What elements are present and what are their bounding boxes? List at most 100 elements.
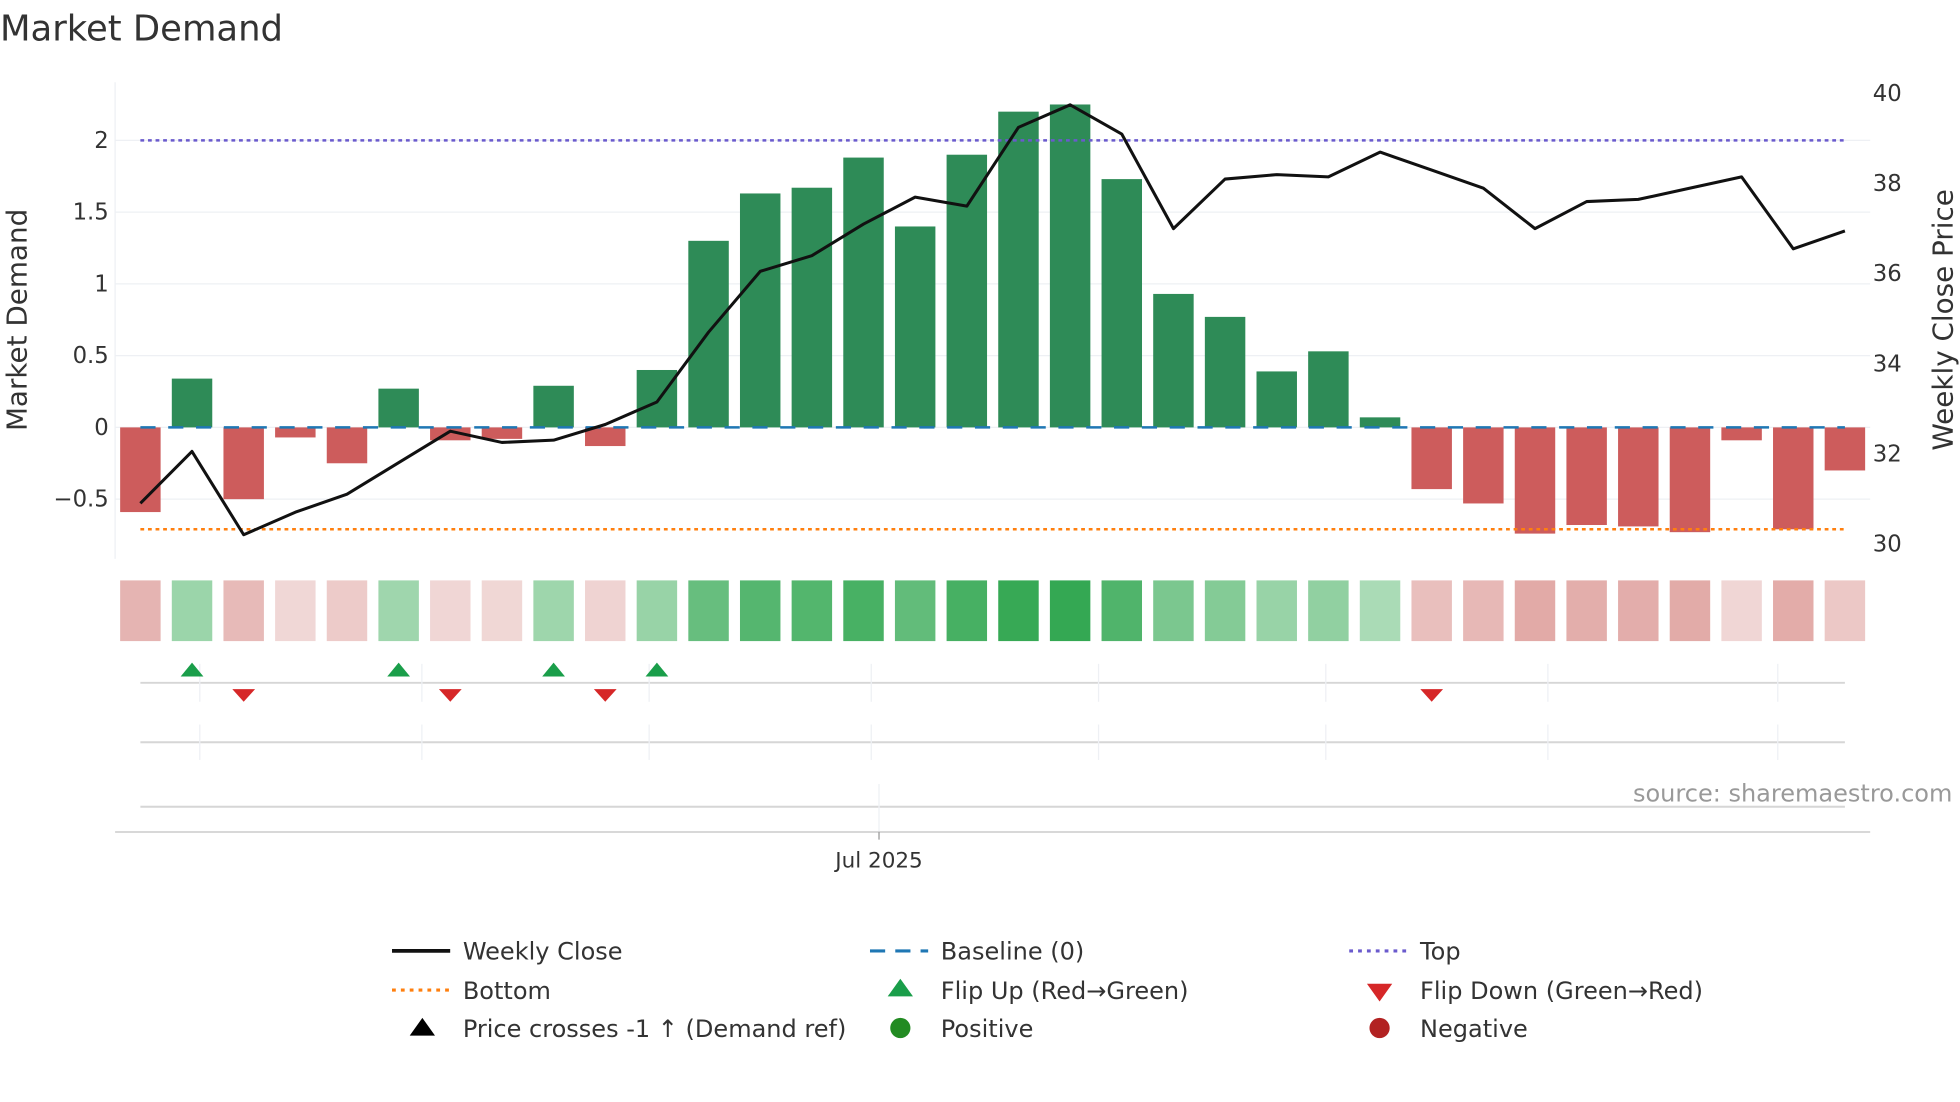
negative-bar bbox=[1463, 427, 1504, 504]
heat-cell bbox=[1101, 580, 1143, 642]
negative-bar bbox=[1721, 427, 1762, 441]
flip-down-marker bbox=[438, 689, 462, 702]
left-axis-title: Market Demand bbox=[1, 209, 34, 431]
positive-bar bbox=[1204, 316, 1246, 428]
y-tick-label: 2 bbox=[94, 128, 108, 154]
heat-cell bbox=[120, 580, 161, 642]
y-tick-label: 1 bbox=[94, 271, 108, 297]
heat-cell bbox=[739, 580, 781, 642]
gridlines bbox=[115, 139, 1871, 500]
heat-cell bbox=[326, 580, 368, 642]
positive-bar bbox=[1359, 417, 1401, 428]
heat-cell bbox=[481, 580, 523, 642]
y-tick-label: 0.5 bbox=[73, 343, 109, 369]
legend-item-price-crosses[interactable]: Price crosses -1 ↑ (Demand ref) bbox=[409, 1015, 847, 1043]
legend-label: Weekly Close bbox=[463, 938, 623, 966]
heat-cell bbox=[946, 580, 988, 642]
market-demand-chart: Market Demand −0.5 0 0.5 1 1.5 2 30 32 34 36 38 40… bbox=[0, 8, 1959, 1043]
circle-icon bbox=[1369, 1017, 1390, 1039]
flip-down-marker bbox=[1420, 689, 1444, 702]
heat-cell bbox=[275, 580, 316, 642]
positive-bar bbox=[1101, 179, 1143, 428]
flip-up-marker bbox=[387, 662, 411, 677]
positive-bar bbox=[1049, 104, 1091, 428]
heat-cell bbox=[1308, 580, 1349, 642]
positive-bar bbox=[946, 154, 988, 428]
triangle-up-icon bbox=[409, 1017, 436, 1036]
negative-bar bbox=[1618, 427, 1659, 527]
y-tick-label: 1.5 bbox=[73, 200, 109, 226]
heat-cell bbox=[1566, 580, 1607, 642]
legend-label: Top bbox=[1419, 938, 1461, 966]
legend-label: Price crosses -1 ↑ (Demand ref) bbox=[463, 1015, 847, 1043]
heat-cell bbox=[636, 580, 678, 642]
legend-item-flip-down[interactable]: Flip Down (Green→Red) bbox=[1366, 977, 1703, 1005]
heat-cell bbox=[1204, 580, 1246, 642]
heat-cell bbox=[1153, 580, 1194, 642]
y2-tick-label: 36 bbox=[1873, 261, 1902, 287]
positive-bar bbox=[533, 385, 574, 428]
positive-bar bbox=[171, 378, 213, 428]
positive-bar bbox=[636, 369, 678, 428]
triangle-down-icon bbox=[1366, 983, 1393, 1002]
source-label: source: sharemaestro.com bbox=[1633, 780, 1952, 808]
negative-bar bbox=[1514, 427, 1556, 534]
positive-bar bbox=[998, 111, 1039, 428]
negative-bar bbox=[1566, 427, 1607, 525]
legend-item-baseline[interactable]: Baseline (0) bbox=[869, 938, 1084, 966]
negative-bar bbox=[120, 427, 161, 513]
positive-bar bbox=[1256, 371, 1297, 428]
legend-item-top[interactable]: Top bbox=[1349, 938, 1461, 966]
y-tick-label: 0 bbox=[94, 415, 108, 441]
flip-down-marker bbox=[593, 689, 617, 702]
heat-cell bbox=[1618, 580, 1659, 642]
right-axis-ticks: 30 32 34 36 38 40 bbox=[1873, 81, 1902, 557]
positive-bar bbox=[894, 226, 936, 428]
negative-bar bbox=[223, 427, 264, 500]
positive-bar bbox=[378, 388, 419, 428]
heat-cell bbox=[1049, 580, 1091, 642]
y2-tick-label: 40 bbox=[1873, 81, 1902, 107]
heat-cell bbox=[378, 580, 419, 642]
left-axis-ticks: −0.5 0 0.5 1 1.5 2 bbox=[54, 128, 109, 513]
heat-cell bbox=[533, 580, 574, 642]
chart-title: Market Demand bbox=[0, 8, 283, 49]
heat-cell bbox=[430, 580, 471, 642]
negative-bar bbox=[275, 427, 316, 438]
heat-cell bbox=[998, 580, 1039, 642]
legend-label: Baseline (0) bbox=[941, 938, 1084, 966]
heat-cell bbox=[1256, 580, 1297, 642]
legend-label: Negative bbox=[1420, 1015, 1528, 1043]
y2-tick-label: 30 bbox=[1873, 531, 1902, 557]
heat-cell bbox=[894, 580, 936, 642]
negative-bar bbox=[1411, 427, 1452, 490]
legend: Weekly Close Baseline (0) Top Bottom Fli… bbox=[392, 938, 1703, 1043]
heat-cell bbox=[1463, 580, 1504, 642]
x-tick-label: Jul 2025 bbox=[833, 848, 922, 873]
legend-label: Bottom bbox=[463, 977, 551, 1005]
legend-label: Flip Down (Green→Red) bbox=[1420, 977, 1703, 1005]
heat-cell bbox=[1411, 580, 1452, 642]
legend-label: Positive bbox=[941, 1015, 1034, 1043]
heat-cell bbox=[1824, 580, 1866, 642]
positive-bar bbox=[843, 157, 884, 428]
demand-heat-strip bbox=[120, 580, 1866, 642]
heat-cell bbox=[223, 580, 264, 642]
legend-item-flip-up[interactable]: Flip Up (Red→Green) bbox=[887, 977, 1189, 1005]
y2-tick-label: 32 bbox=[1873, 441, 1902, 467]
flip-up-marker bbox=[542, 662, 565, 677]
heat-cell bbox=[843, 580, 884, 642]
heat-cell bbox=[1669, 580, 1711, 642]
heat-cell bbox=[585, 580, 626, 642]
heat-cell bbox=[1359, 580, 1401, 642]
legend-item-positive[interactable]: Positive bbox=[890, 1015, 1033, 1043]
heat-cell bbox=[1721, 580, 1762, 642]
legend-item-weekly-close[interactable]: Weekly Close bbox=[392, 938, 623, 966]
heat-cell bbox=[171, 580, 213, 642]
negative-bar bbox=[481, 427, 523, 439]
legend-item-negative[interactable]: Negative bbox=[1369, 1015, 1528, 1043]
heat-cell bbox=[1514, 580, 1556, 642]
flip-down-marker bbox=[232, 689, 256, 702]
triangle-up-icon bbox=[887, 978, 913, 997]
legend-item-bottom[interactable]: Bottom bbox=[392, 977, 551, 1005]
